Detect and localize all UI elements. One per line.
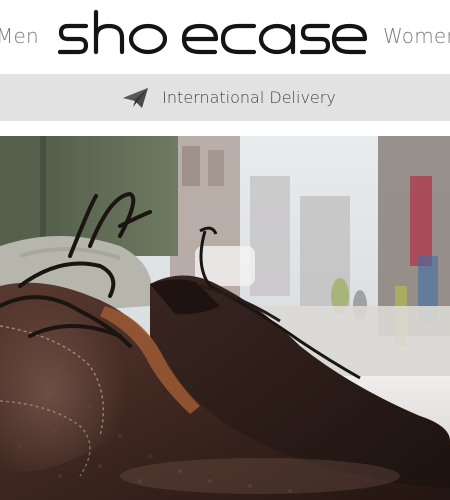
shoecase-logo[interactable] <box>56 2 370 64</box>
nav-link-men[interactable]: Men <box>0 24 39 48</box>
delivery-text: International Delivery <box>162 88 336 107</box>
paper-plane-icon <box>122 86 150 110</box>
nav-link-women[interactable]: Women <box>383 24 450 48</box>
delivery-banner[interactable]: International Delivery <box>0 74 450 121</box>
site-header: Men Wome <box>0 0 450 74</box>
hero-image <box>0 136 450 500</box>
delivery-banner-content: International Delivery <box>122 86 336 110</box>
